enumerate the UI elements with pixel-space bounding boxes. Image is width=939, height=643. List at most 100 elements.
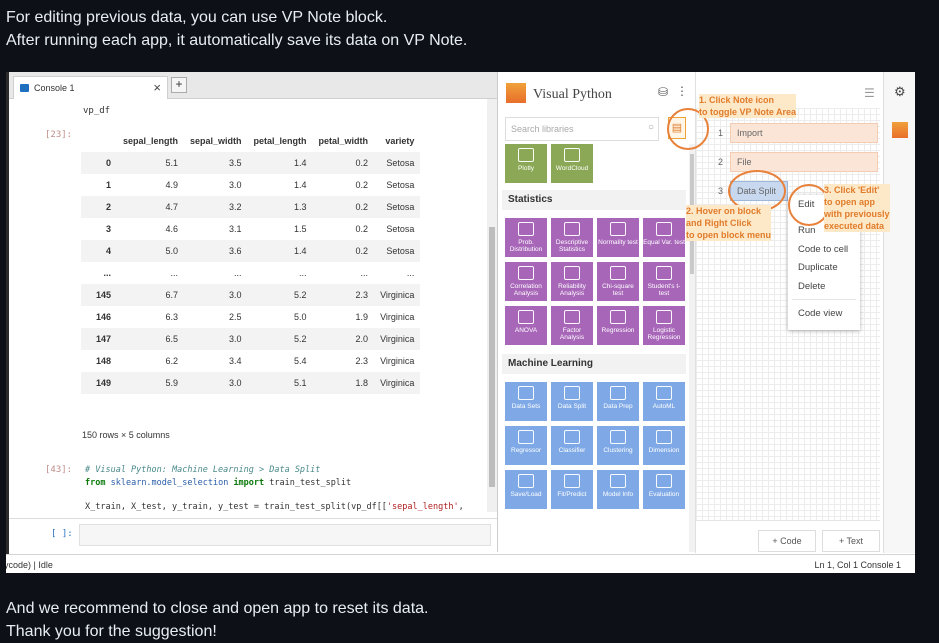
dataframe-shape: 150 rows × 5 columns <box>82 430 170 440</box>
vp-sidebar-icon[interactable] <box>892 122 908 138</box>
app-tile[interactable]: Logistic Regression <box>643 306 685 345</box>
app-label: Factor Analysis <box>559 327 585 341</box>
app-tile[interactable]: Regression <box>597 306 639 345</box>
app-icon <box>518 310 534 324</box>
annotation-text: to open app <box>824 197 875 207</box>
vertical-scrollbar[interactable] <box>487 99 497 512</box>
table-cell: 3.1 <box>229 224 242 234</box>
app-tile[interactable]: Reliability Analysis <box>551 262 593 301</box>
code-split-a: X_train, X_test, y_train, y_test = train… <box>85 502 387 512</box>
app-tile[interactable]: Data Prep <box>597 382 639 421</box>
app-tile[interactable]: Chi-square test <box>597 262 639 301</box>
annotation-text: 3. Click 'Edit' <box>824 185 880 195</box>
app-icon <box>656 430 672 444</box>
scrollbar-thumb[interactable] <box>489 227 495 487</box>
menu-item-delete[interactable]: Delete <box>798 281 825 292</box>
code-comment: # Visual Python: Machine Learning > Data… <box>85 465 321 475</box>
table-cell: 2.3 <box>355 356 369 366</box>
prompt-43: [43]: <box>45 465 73 475</box>
menu-item-duplicate[interactable]: Duplicate <box>798 262 838 273</box>
app-tile[interactable]: Evaluation <box>643 470 685 509</box>
table-row: 1 4.9 3.0 1.4 0.2 Setosa <box>81 174 420 196</box>
code-function: train_test_split <box>269 478 352 488</box>
console-input[interactable] <box>79 524 491 546</box>
app-tile[interactable]: Data Split <box>551 382 593 421</box>
console-output: vp_df [23]: sepal_length sepal_width pet… <box>9 99 485 514</box>
app-label: Student's t-test <box>647 283 681 297</box>
block-label: Import <box>737 128 763 138</box>
table-cell: Setosa <box>386 180 415 190</box>
table-row: 0 5.1 3.5 1.4 0.2 Setosa <box>81 152 421 174</box>
database-icon[interactable]: ⛁ <box>658 85 668 99</box>
category-statistics[interactable]: Statistics <box>502 190 686 210</box>
table-row: 145 6.7 3.0 5.2 2.3 Virginica <box>81 284 421 306</box>
app-wordcloud[interactable]: WordCloud <box>551 144 593 183</box>
app-label: Evaluation <box>648 491 680 498</box>
close-icon[interactable]: × <box>153 80 161 95</box>
app-tile[interactable]: Descriptive Statistics <box>551 218 593 257</box>
column-header: petal_length <box>253 136 307 146</box>
app-tile[interactable]: Clustering <box>597 426 639 465</box>
app-tile[interactable]: Correlation Analysis <box>505 262 547 301</box>
table-cell: 5.2 <box>247 328 313 350</box>
app-label: Prob. Distribution <box>509 239 543 253</box>
add-code-button[interactable]: + Code <box>758 530 816 552</box>
app-tile[interactable]: Regressor <box>505 426 547 465</box>
search-input[interactable]: Search libraries ○ <box>505 117 659 141</box>
app-tile[interactable]: Model Info <box>597 470 639 509</box>
app-label: WordCloud <box>555 165 589 172</box>
search-icon: ○ <box>647 122 654 133</box>
app-tile[interactable]: Student's t-test <box>643 262 685 301</box>
block-number: 3 <box>718 186 724 196</box>
app-plotly[interactable]: Plotly <box>505 144 547 183</box>
add-tab-button[interactable]: + <box>171 77 187 93</box>
app-tile[interactable]: Prob. Distribution <box>505 218 547 257</box>
table-cell: Setosa <box>374 196 421 218</box>
note-block-import[interactable]: Import <box>730 123 878 143</box>
app-icon <box>610 310 626 324</box>
app-label: Correlation Analysis <box>510 283 542 297</box>
app-tile[interactable]: Classifier <box>551 426 593 465</box>
dataframe-table: sepal_length sepal_width petal_length pe… <box>81 130 421 394</box>
app-icon <box>656 222 672 236</box>
app-icon <box>518 266 534 280</box>
app-label: AutoML <box>652 403 676 410</box>
menu-item-code-view[interactable]: Code view <box>798 308 842 319</box>
menu-item-run[interactable]: Run <box>798 225 815 236</box>
app-tile[interactable]: Factor Analysis <box>551 306 593 345</box>
app-tile[interactable]: Save/Load <box>505 470 547 509</box>
more-icon[interactable]: ⋮ <box>676 84 688 98</box>
app-tile[interactable]: Dimension <box>643 426 685 465</box>
note-block-file[interactable]: File <box>730 152 878 172</box>
app-label: Fit/Predict <box>557 491 587 498</box>
app-label: ANOVA <box>514 327 538 334</box>
app-tile[interactable]: ANOVA <box>505 306 547 345</box>
gear-icon[interactable]: ⚙ <box>894 84 906 100</box>
menu-item-code-to-cell[interactable]: Code to cell <box>798 244 848 255</box>
app-label: Model Info <box>602 491 634 498</box>
app-tile[interactable]: Data Sets <box>505 382 547 421</box>
table-cell: 1.4 <box>247 152 313 174</box>
table-header-row: sepal_length sepal_width petal_length pe… <box>81 130 420 152</box>
app-tile[interactable]: Fit/Predict <box>551 470 593 509</box>
code-split-b: , <box>458 502 464 512</box>
app-icon <box>656 266 672 280</box>
app-icon <box>610 222 626 236</box>
annotation-text: 1. Click Note icon <box>699 95 775 105</box>
add-text-button[interactable]: + Text <box>822 530 880 552</box>
hamburger-icon[interactable]: ☰ <box>864 86 875 100</box>
table-row: 147 6.5 3.0 5.2 2.0 Virginica <box>81 328 421 350</box>
category-machine-learning[interactable]: Machine Learning <box>502 354 686 374</box>
app-label: Clustering <box>603 447 633 454</box>
table-row: 3 4.6 3.1 1.5 0.2 Setosa <box>81 218 420 240</box>
app-tile[interactable]: Normality test <box>597 218 639 257</box>
tab-console-1[interactable]: Console 1 × <box>13 76 168 99</box>
table-cell: 1.4 <box>247 240 313 262</box>
block-number: 1 <box>718 128 724 138</box>
input-prompt: [ ]: <box>51 529 73 539</box>
app-tile[interactable]: Equal Var. test <box>643 218 685 257</box>
app-tile[interactable]: AutoML <box>643 382 685 421</box>
table-cell: 1.5 <box>294 224 307 234</box>
vp-logo-icon <box>506 83 526 103</box>
intro-line-2: After running each app, it automatically… <box>6 32 468 49</box>
